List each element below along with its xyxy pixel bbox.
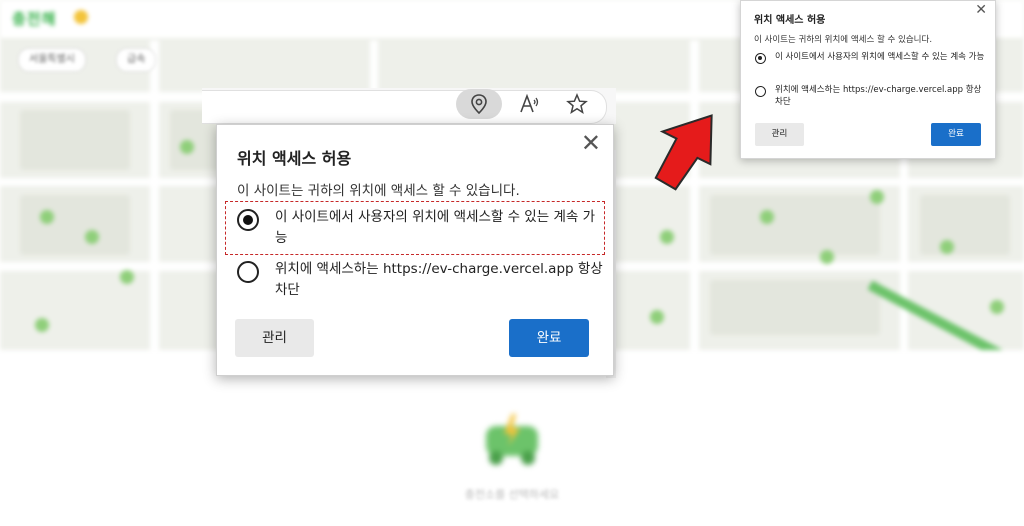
done-button[interactable]: 완료 [931,123,981,146]
manage-button[interactable]: 관리 [235,319,314,357]
popup-title: 위치 액세스 허용 [754,15,826,26]
type-filter[interactable]: 급속 [116,48,157,72]
allow-radio[interactable] [237,209,259,231]
footer-caption: 충전소를 선택하세요 [464,488,560,501]
popup-title: 위치 액세스 허용 [237,149,352,168]
address-field[interactable] [202,90,607,124]
red-arrow-icon [654,114,713,191]
address-bar-zoom [202,88,616,124]
popup-subtitle: 이 사이트는 귀하의 위치에 액세스 할 수 있습니다. [754,35,933,45]
popup-subtitle: 이 사이트는 귀하의 위치에 액세스 할 수 있습니다. [237,183,520,199]
block-radio[interactable] [237,261,259,283]
allow-option-label[interactable]: 이 사이트에서 사용자의 위치에 액세스할 수 있는 계속 가능 [275,207,605,249]
block-option-label[interactable]: 위치에 액세스하는 https://ev-charge.vercel.app 항… [775,84,985,108]
block-option-label[interactable]: 위치에 액세스하는 https://ev-charge.vercel.app 항… [275,259,605,301]
region-filter[interactable]: 서울특별시 [18,48,86,72]
brand-logo[interactable]: 충전해 [12,8,56,29]
location-icon[interactable] [468,93,490,115]
allow-radio[interactable] [755,53,766,64]
allow-option-label[interactable]: 이 사이트에서 사용자의 위치에 액세스할 수 있는 계속 가능 [775,51,985,63]
manage-button[interactable]: 관리 [755,123,804,146]
close-icon[interactable]: ✕ [975,2,987,18]
brand-car-icon [486,414,538,465]
block-radio[interactable] [755,86,766,97]
brand-logo-mark [74,10,88,24]
favorite-star-icon[interactable] [566,93,588,115]
read-aloud-icon[interactable] [518,93,540,115]
close-icon[interactable]: ✕ [581,129,601,157]
location-permission-popup-small: 위치 액세스 허용 ✕ 이 사이트는 귀하의 위치에 액세스 할 수 있습니다.… [740,0,996,159]
done-button[interactable]: 완료 [509,319,589,357]
location-permission-popup-zoom: 위치 액세스 허용 ✕ 이 사이트는 귀하의 위치에 액세스 할 수 있습니다.… [216,124,614,376]
